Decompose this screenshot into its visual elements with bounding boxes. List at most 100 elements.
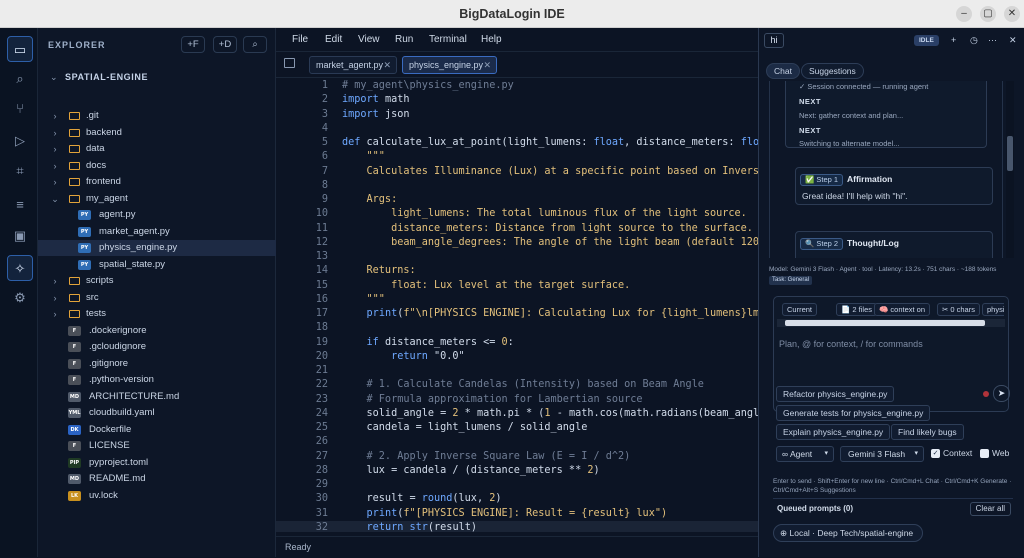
context-chip[interactable]: Current <box>782 303 818 316</box>
tree-folder[interactable]: › docs <box>38 158 276 174</box>
code-line[interactable]: 24 solid_angle = 2 * math.pi * (1 - math… <box>276 407 758 421</box>
code-line[interactable]: 3 import json <box>276 108 758 122</box>
suggestion-chip[interactable]: Find likely bugs <box>891 424 964 440</box>
tree-folder[interactable]: › frontend <box>38 174 276 190</box>
tree-folder[interactable]: › .git <box>38 108 276 124</box>
new-folder-button[interactable]: +D <box>213 36 237 53</box>
prompt-input[interactable]: Plan, @ for context, / for commands <box>779 339 923 349</box>
agent-icon[interactable]: ✧ <box>7 255 33 281</box>
clear-all-button[interactable]: Clear all <box>969 502 1011 516</box>
tree-file[interactable]: YML cloudbuild.yaml <box>38 405 276 421</box>
record-icon[interactable] <box>983 391 989 397</box>
more-icon[interactable]: ··· <box>988 35 997 45</box>
menu-help[interactable]: Help <box>481 34 502 45</box>
context-chip[interactable]: 🧠 context on <box>874 303 931 316</box>
code-line[interactable]: 6 """ <box>276 150 758 164</box>
history-icon[interactable]: ◷ <box>970 35 978 46</box>
tree-file[interactable]: F .dockerignore <box>38 323 276 339</box>
menu-edit[interactable]: Edit <box>325 34 342 45</box>
context-chip[interactable]: physic <box>982 303 1004 316</box>
web-checkbox[interactable] <box>980 449 989 458</box>
code-line[interactable]: 18 <box>276 321 758 335</box>
tree-folder[interactable]: › data <box>38 141 276 157</box>
tree-file[interactable]: MD ARCHITECTURE.md <box>38 389 276 405</box>
context-checkbox[interactable]: ✓ <box>931 449 940 458</box>
code-line[interactable]: 19 if distance_meters <= 0: <box>276 336 758 350</box>
tree-file[interactable]: DK Dockerfile <box>38 422 276 438</box>
code-line[interactable]: 17 print(f"\n[PHYSICS ENGINE]: Calculati… <box>276 307 758 321</box>
tree-file[interactable]: F .python-version <box>38 372 276 388</box>
tree-folder[interactable]: › backend <box>38 125 276 141</box>
code-line[interactable]: 4 <box>276 122 758 136</box>
new-file-button[interactable]: +F <box>181 36 205 53</box>
tree-file[interactable]: F LICENSE <box>38 438 276 454</box>
code-line[interactable]: 10 light_lumens: The total luminous flux… <box>276 207 758 221</box>
code-line[interactable]: 22 # 1. Calculate Candelas (Intensity) b… <box>276 378 758 392</box>
context-chip[interactable]: ✂ 0 chars <box>937 303 980 316</box>
tree-folder[interactable]: › src <box>38 290 276 306</box>
minimize-button[interactable]: – <box>956 6 972 22</box>
chevron-down-icon[interactable]: ⌄ <box>50 72 58 83</box>
tree-file[interactable]: F .gcloudignore <box>38 339 276 355</box>
close-window-button[interactable]: ✕ <box>1004 6 1020 22</box>
files-icon[interactable]: ▭ <box>7 36 33 62</box>
tab-suggestions[interactable]: Suggestions <box>801 63 864 79</box>
menu-file[interactable]: File <box>292 34 308 45</box>
project-name[interactable]: SPATIAL-ENGINE <box>65 72 148 82</box>
code-line[interactable]: 27 # 2. Apply Inverse Square Law (E = I … <box>276 450 758 464</box>
close-icon[interactable]: ✕ <box>1009 35 1017 46</box>
tree-file[interactable]: PIP pyproject.toml <box>38 455 276 471</box>
code-line[interactable]: 14 Returns: <box>276 264 758 278</box>
tree-file[interactable]: LK uv.lock <box>38 488 276 504</box>
database-icon[interactable]: ▣ <box>7 223 33 249</box>
code-line[interactable]: 1 # my_agent\physics_engine.py <box>276 79 758 93</box>
suggestion-chip[interactable]: Generate tests for physics_engine.py <box>776 405 931 421</box>
search-files-button[interactable]: ⌕ <box>243 36 267 53</box>
suggestion-chip[interactable]: Explain physics_engine.py <box>776 424 891 440</box>
code-line[interactable]: 26 <box>276 435 758 449</box>
code-line[interactable]: 30 result = round(lux, 2) <box>276 492 758 506</box>
tree-folder[interactable]: ⌄ my_agent <box>38 191 276 207</box>
scrollbar-thumb[interactable] <box>1007 136 1013 171</box>
code-line[interactable]: 25 candela = light_lumens / solid_angle <box>276 421 758 435</box>
send-button[interactable]: ➤ <box>993 385 1010 402</box>
tree-folder[interactable]: › tests <box>38 306 276 322</box>
menu-terminal[interactable]: Terminal <box>429 34 467 45</box>
menu-view[interactable]: View <box>358 34 380 45</box>
outline-icon[interactable]: ≡ <box>7 192 33 218</box>
menu-run[interactable]: Run <box>395 34 413 45</box>
chips-scrollbar[interactable] <box>777 319 1005 327</box>
tab-market-agent[interactable]: market_agent.py ✕ <box>309 56 397 74</box>
workspace-chip[interactable]: ⊕ Local · Deep Tech/spatial-engine <box>773 524 923 542</box>
code-line[interactable]: 15 float: Lux level at the target surfac… <box>276 279 758 293</box>
tab-chat[interactable]: Chat <box>766 63 800 79</box>
code-line[interactable]: 9 Args: <box>276 193 758 207</box>
tree-file[interactable]: MD README.md <box>38 471 276 487</box>
code-line[interactable]: 28 lux = candela / (distance_meters ** 2… <box>276 464 758 478</box>
search-icon[interactable]: ⌕ <box>7 66 33 92</box>
code-line[interactable]: 16 """ <box>276 293 758 307</box>
code-line[interactable]: 7 Calculates Illuminance (Lux) at a spec… <box>276 165 758 179</box>
tree-file[interactable]: PY market_agent.py <box>38 224 276 240</box>
chat-session-tab[interactable]: hi <box>764 33 784 48</box>
source-control-icon[interactable]: ⑂ <box>7 96 33 122</box>
code-line[interactable]: 20 return "0.0" <box>276 350 758 364</box>
code-line[interactable]: 31 print(f"[PHYSICS ENGINE]: Result = {r… <box>276 507 758 521</box>
run-icon[interactable]: ▷ <box>7 128 33 154</box>
code-line[interactable]: 23 # Formula approximation for Lambertia… <box>276 393 758 407</box>
extensions-icon[interactable]: ⌗ <box>7 158 33 184</box>
maximize-button[interactable]: ▢ <box>980 6 996 22</box>
code-line[interactable]: 13 <box>276 250 758 264</box>
context-chip[interactable]: 📄 2 files <box>836 303 878 316</box>
code-line[interactable]: 21 <box>276 364 758 378</box>
suggestion-chip[interactable]: Refactor physics_engine.py <box>776 386 895 402</box>
close-icon[interactable]: ✕ <box>483 57 491 73</box>
code-line[interactable]: 8 <box>276 179 758 193</box>
code-line[interactable]: 11 distance_meters: Distance from light … <box>276 222 758 236</box>
code-line[interactable]: 29 <box>276 478 758 492</box>
scrollbar-thumb[interactable] <box>785 320 985 326</box>
add-icon[interactable]: + <box>951 35 956 45</box>
tree-file[interactable]: PY agent.py <box>38 207 276 223</box>
settings-icon[interactable]: ⚙ <box>7 285 33 311</box>
tab-physics-engine[interactable]: physics_engine.py ✕ <box>402 56 497 74</box>
